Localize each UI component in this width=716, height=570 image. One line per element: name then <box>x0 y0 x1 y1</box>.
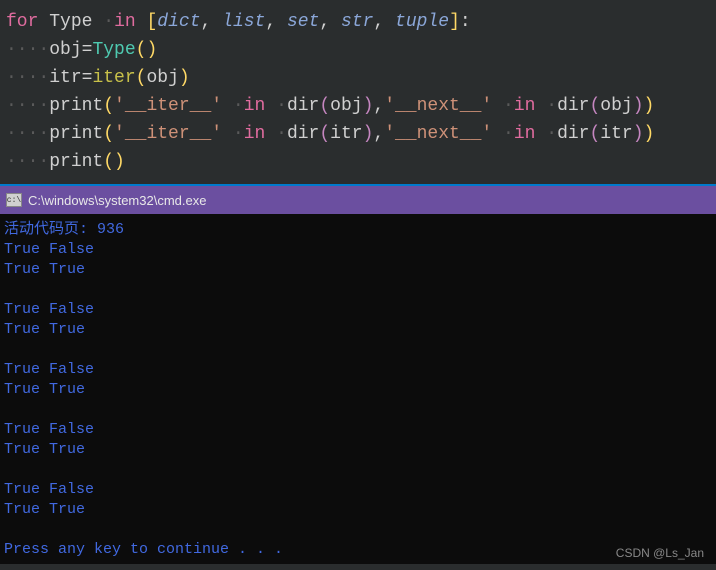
terminal-line <box>4 280 712 300</box>
function-call: Type <box>92 40 135 60</box>
type-name: list <box>222 12 265 32</box>
string-literal: '__next__' <box>384 124 492 144</box>
type-name: dict <box>157 12 200 32</box>
variable: Type <box>49 12 92 32</box>
function-call: print <box>49 152 103 172</box>
terminal-line: True False <box>4 360 712 380</box>
code-line-5: ····print('__iter__' ·in ·dir(itr),'__ne… <box>6 120 710 148</box>
keyword-in: in <box>114 12 136 32</box>
whitespace-dot: ···· <box>6 40 49 60</box>
terminal-titlebar[interactable]: c:\ C:\windows\system32\cmd.exe <box>0 186 716 214</box>
watermark: CSDN @Ls_Jan <box>616 546 704 560</box>
type-name: tuple <box>395 12 449 32</box>
type-name: set <box>287 12 319 32</box>
terminal-line: 活动代码页: 936 <box>4 220 712 240</box>
terminal-line: True True <box>4 500 712 520</box>
bracket-close: ] <box>449 12 460 32</box>
string-literal: '__iter__' <box>114 124 222 144</box>
whitespace-dot: ···· <box>6 152 49 172</box>
code-line-1: for Type ·in [dict, list, set, str, tupl… <box>6 8 710 36</box>
terminal-line: Press any key to continue . . . <box>4 540 712 560</box>
variable: itr <box>49 68 81 88</box>
terminal-line: True False <box>4 480 712 500</box>
terminal-line: True False <box>4 240 712 260</box>
terminal-line: True True <box>4 440 712 460</box>
terminal-line <box>4 460 712 480</box>
keyword-in: in <box>244 124 266 144</box>
whitespace-dot: ···· <box>6 68 49 88</box>
code-line-6: ····print() <box>6 148 710 176</box>
keyword-for: for <box>6 12 38 32</box>
code-editor: for Type ·in [dict, list, set, str, tupl… <box>0 0 716 184</box>
terminal-title: C:\windows\system32\cmd.exe <box>28 193 206 208</box>
function-call: iter <box>92 68 135 88</box>
code-line-3: ····itr=iter(obj) <box>6 64 710 92</box>
function-call: print <box>49 96 103 116</box>
terminal-line: True True <box>4 260 712 280</box>
keyword-in: in <box>244 96 266 116</box>
code-line-2: ····obj=Type() <box>6 36 710 64</box>
bracket-open: [ <box>146 12 157 32</box>
type-name: str <box>341 12 373 32</box>
whitespace-dot: ···· <box>6 96 49 116</box>
function-call: print <box>49 124 103 144</box>
string-literal: '__next__' <box>384 96 492 116</box>
whitespace-dot: · <box>103 12 114 32</box>
terminal-line: True False <box>4 300 712 320</box>
terminal-panel: c:\ C:\windows\system32\cmd.exe 活动代码页: 9… <box>0 184 716 564</box>
terminal-line: True True <box>4 320 712 340</box>
variable: obj <box>49 40 81 60</box>
string-literal: '__iter__' <box>114 96 222 116</box>
terminal-line <box>4 340 712 360</box>
terminal-output[interactable]: 活动代码页: 936 True False True True True Fal… <box>0 214 716 564</box>
cmd-icon: c:\ <box>6 193 22 207</box>
whitespace-dot: ···· <box>6 124 49 144</box>
terminal-line: True False <box>4 420 712 440</box>
terminal-line <box>4 520 712 540</box>
code-line-4: ····print('__iter__' ·in ·dir(obj),'__ne… <box>6 92 710 120</box>
terminal-line: True True <box>4 380 712 400</box>
terminal-line <box>4 400 712 420</box>
